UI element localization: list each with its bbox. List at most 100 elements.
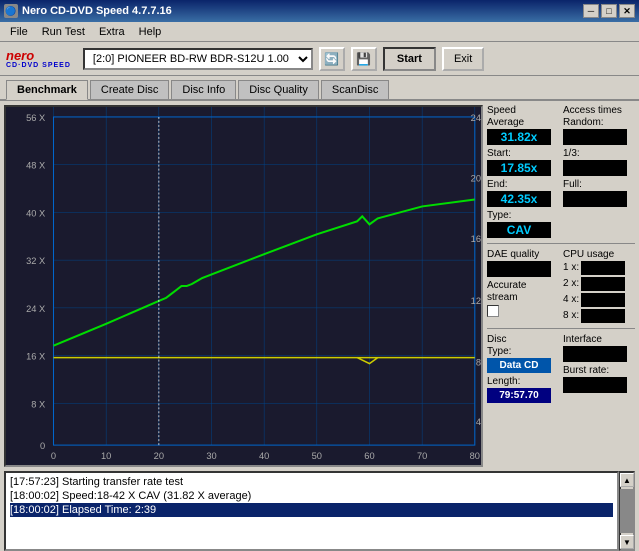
tab-disc-info[interactable]: Disc Info [171,80,236,99]
speed-avg-value: 31.82x [487,129,551,145]
status-line-3: [18:00:02] Elapsed Time: 2:39 [10,503,613,517]
tabs: Benchmark Create Disc Disc Info Disc Qua… [0,76,639,101]
disc-info-section: Disc Type: Data CD Length: 79:57.70 [487,334,559,403]
svg-text:8 X: 8 X [31,399,45,409]
svg-text:80: 80 [470,451,480,461]
one-third-value [563,160,627,176]
random-label: Random: [563,117,635,128]
full-label: Full: [563,179,635,190]
nero-sub-text: CD·DVD SPEED [6,62,71,69]
cpu-8x-value [581,309,625,323]
title-bar: 🔵 Nero CD-DVD Speed 4.7.7.16 ─ □ ✕ [0,0,639,22]
svg-text:40: 40 [259,451,269,461]
dae-value [487,261,551,277]
svg-text:50: 50 [312,451,322,461]
svg-text:70: 70 [417,451,427,461]
cpu-4x-value [581,293,625,307]
tab-disc-quality[interactable]: Disc Quality [238,80,319,99]
svg-text:12: 12 [471,296,481,306]
status-line-2: [18:00:02] Speed:18-42 X CAV (31.82 X av… [10,489,613,503]
burst-value [563,377,627,393]
accurate-label: Accurate [487,280,559,291]
scroll-up-button[interactable]: ▲ [620,473,634,487]
interface-section: Interface Burst rate: [563,334,635,403]
cpu-8x-label: 8 x: [563,310,579,321]
nero-brand-text: nero [6,49,34,62]
scroll-thumb[interactable] [620,489,634,533]
save-button[interactable]: 💾 [351,47,377,71]
minimize-button[interactable]: ─ [583,4,599,18]
menu-extra[interactable]: Extra [93,24,131,40]
speed-section: Speed Average 31.82x Start: 17.85x End: … [487,105,559,238]
svg-text:32 X: 32 X [26,256,45,266]
cpu-label: CPU usage [563,249,635,260]
cpu-usage-section: CPU usage 1 x: 2 x: 4 x: 8 x: [563,249,635,323]
maximize-button[interactable]: □ [601,4,617,18]
svg-text:8: 8 [476,358,481,368]
speed-label: Speed [487,105,559,116]
accurate-stream-checkbox[interactable] [487,305,499,317]
burst-label: Burst rate: [563,365,635,376]
menu-bar: File Run Test Extra Help [0,22,639,42]
scroll-down-button[interactable]: ▼ [620,535,634,549]
svg-text:60: 60 [364,451,374,461]
toolbar: nero CD·DVD SPEED [2:0] PIONEER BD-RW BD… [0,42,639,76]
svg-text:24 X: 24 X [26,304,45,314]
svg-text:56 X: 56 X [26,113,45,123]
main-content: 56 X 48 X 40 X 32 X 24 X 16 X 8 X 0 24 2… [0,101,639,471]
chart-svg: 56 X 48 X 40 X 32 X 24 X 16 X 8 X 0 24 2… [6,107,481,465]
refresh-button[interactable]: 🔄 [319,47,345,71]
chart-area: 56 X 48 X 40 X 32 X 24 X 16 X 8 X 0 24 2… [4,105,483,467]
dae-label: DAE quality [487,249,559,260]
disc-type-label: Disc [487,334,559,345]
interface-label: Interface [563,334,635,345]
full-value [563,191,627,207]
app-icon: 🔵 [4,4,18,18]
tab-benchmark[interactable]: Benchmark [6,80,88,100]
cpu-1x-label: 1 x: [563,262,579,273]
cpu-2x-value [581,277,625,291]
tab-create-disc[interactable]: Create Disc [90,80,169,99]
speed-end-label: End: [487,179,559,190]
interface-value [563,346,627,362]
status-scrollbar[interactable]: ▲ ▼ [619,471,635,551]
status-wrapper: [17:57:23] Starting transfer rate test [… [4,471,635,551]
svg-text:0: 0 [51,451,56,461]
cpu-4x-label: 4 x: [563,294,579,305]
speed-start-label: Start: [487,148,559,159]
start-button[interactable]: Start [383,47,436,71]
svg-text:20: 20 [154,451,164,461]
status-log: [17:57:23] Starting transfer rate test [… [4,471,619,551]
svg-text:16: 16 [471,234,481,244]
menu-help[interactable]: Help [133,24,168,40]
svg-text:48 X: 48 X [26,161,45,171]
right-panel: Speed Average 31.82x Start: 17.85x End: … [487,105,635,467]
menu-file[interactable]: File [4,24,34,40]
disc-type-label2: Type: [487,346,559,357]
dae-section: DAE quality Accurate stream [487,249,559,323]
svg-text:40 X: 40 X [26,209,45,219]
close-button[interactable]: ✕ [619,4,635,18]
cpu-1x-value [581,261,625,275]
stream-label: stream [487,292,559,303]
svg-text:0: 0 [40,441,45,451]
drive-dropdown[interactable]: [2:0] PIONEER BD-RW BDR-S12U 1.00 [83,48,313,70]
cpu-2x-label: 2 x: [563,278,579,289]
divider-1 [487,243,635,244]
speed-type-value: CAV [487,222,551,238]
speed-type-label: Type: [487,210,559,221]
svg-text:24: 24 [471,113,481,123]
svg-text:16 X: 16 X [26,352,45,362]
speed-end-value: 42.35x [487,191,551,207]
disc-length-value: 79:57.70 [487,388,551,403]
exit-button[interactable]: Exit [442,47,484,71]
title-text: Nero CD-DVD Speed 4.7.7.16 [22,5,172,17]
one-third-label: 1/3: [563,148,635,159]
random-value [563,129,627,145]
tab-scan-disc[interactable]: ScanDisc [321,80,389,99]
speed-avg-label: Average [487,117,559,128]
nero-logo: nero CD·DVD SPEED [6,49,71,69]
disc-length-label: Length: [487,376,559,387]
menu-run-test[interactable]: Run Test [36,24,91,40]
accurate-stream-checkbox-area [487,305,559,317]
